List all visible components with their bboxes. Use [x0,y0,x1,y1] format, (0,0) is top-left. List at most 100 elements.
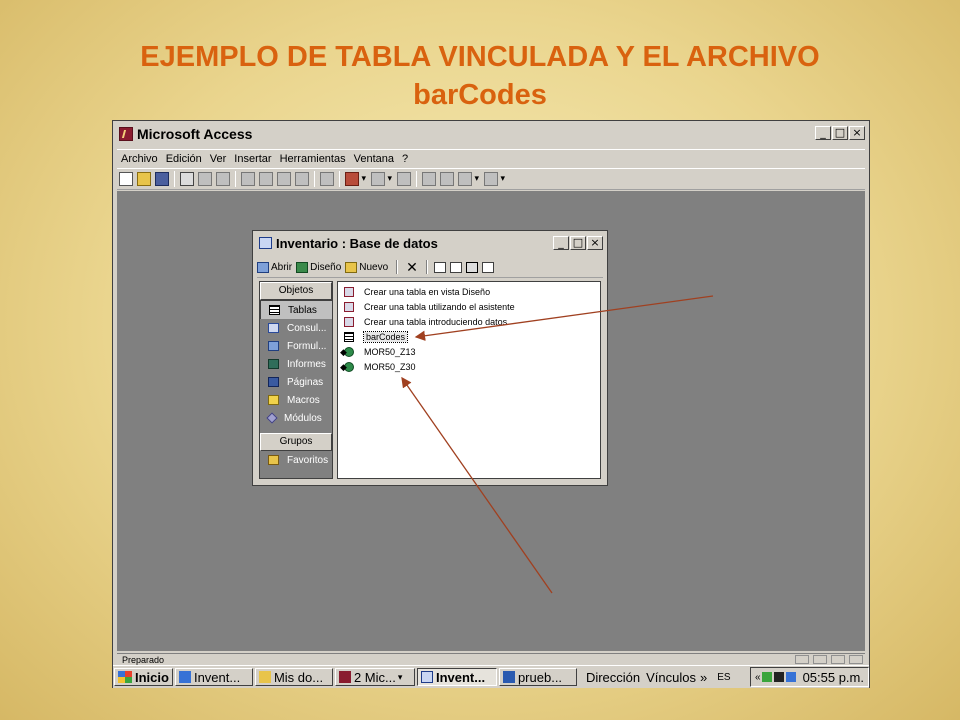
windows-logo-icon [118,671,132,683]
list-item-crear-diseno[interactable]: Crear una tabla en vista Diseño [344,285,490,299]
design-label: Diseño [310,261,342,273]
database-titlebar[interactable]: Inventario : Base de datos _ □ × [255,233,605,253]
toolbar-separator [396,260,399,274]
toolbar-chevron-icon[interactable]: » [700,670,707,685]
database-toolbar: Abrir Diseño Nuevo ✕ [257,257,603,278]
start-button[interactable]: Inicio [114,668,173,686]
macro-icon [268,395,279,405]
menu-help[interactable]: ? [402,153,408,165]
objects-item-macros[interactable]: Macros [260,391,332,409]
copy-icon[interactable] [259,172,273,186]
delete-icon[interactable]: ✕ [406,260,418,274]
table-icon [344,332,354,342]
minimize-button[interactable]: _ [815,126,831,140]
volume-icon[interactable] [785,672,796,682]
new-button[interactable]: Nuevo [345,261,389,273]
spelling-icon[interactable] [216,172,230,186]
db-close-button[interactable]: × [587,236,603,250]
open-button[interactable]: Abrir [257,261,292,273]
language-indicator[interactable]: ES [717,672,730,683]
details-view-icon[interactable] [481,261,494,273]
tray-expand-icon[interactable]: « [755,672,761,683]
code-icon[interactable] [397,172,411,186]
network-icon[interactable] [761,672,772,682]
print-preview-icon[interactable] [198,172,212,186]
paste-icon[interactable] [277,172,291,186]
menu-insertar[interactable]: Insertar [234,153,271,165]
objects-item-formularios[interactable]: Formul... [260,337,332,355]
groups-header[interactable]: Grupos [260,433,332,451]
design-button[interactable]: Diseño [296,261,342,273]
relationships-icon[interactable] [440,172,454,186]
undo-icon[interactable] [320,172,334,186]
dropdown-arrow-icon: ▾ [397,671,403,682]
wizard-icon [344,302,354,312]
taskbar-button-2-mic[interactable]: 2 Mic... ▾ [334,668,415,686]
menu-ver[interactable]: Ver [210,153,227,165]
objects-item-label: Formul... [287,340,327,352]
taskbar-label: 2 Mic... [353,669,396,685]
save-icon[interactable] [155,172,169,186]
objects-item-label: Informes [287,358,326,370]
taskbar-button-prueba[interactable]: prueb... [498,668,577,686]
address-toolbar-label[interactable]: Dirección [586,670,640,685]
wizard-icon [344,317,354,327]
access-icon [338,671,351,683]
analyze-icon[interactable] [371,172,392,186]
menu-ventana[interactable]: Ventana [354,153,394,165]
office-links-icon[interactable] [345,172,366,186]
link-arrow-icon: ◆ [340,361,347,372]
help-icon[interactable] [484,172,505,186]
taskbar-label: Invent... [193,669,241,685]
properties-icon[interactable] [422,172,436,186]
format-painter-icon[interactable] [295,172,309,186]
database-icon [420,671,433,683]
maximize-button[interactable]: □ [832,126,848,140]
large-icons-icon[interactable] [433,261,446,273]
menu-edicion[interactable]: Edición [166,153,202,165]
objects-list: Crear una tabla en vista Diseño Crear un… [337,281,601,479]
objects-item-informes[interactable]: Informes [260,355,332,373]
print-icon[interactable] [180,172,194,186]
db-minimize-button[interactable]: _ [553,236,569,250]
list-item-crear-datos[interactable]: Crear una tabla introduciendo datos [344,315,507,329]
toolbar-separator [416,171,417,187]
new-object-icon[interactable] [458,172,479,186]
new-label: Nuevo [359,261,389,273]
taskbar-button-invent-1[interactable]: Invent... [174,668,253,686]
list-item-crear-asistente[interactable]: Crear una tabla utilizando el asistente [344,300,515,314]
module-icon [266,412,278,424]
groups-item-favoritos[interactable]: Favoritos [260,451,332,469]
list-item-mor50-z13[interactable]: ◆ MOR50_Z13 [340,345,416,359]
objects-item-modulos[interactable]: Módulos [260,409,332,427]
database-window: Inventario : Base de datos _ □ × Abrir D… [252,230,608,486]
list-view-icon[interactable] [465,261,478,273]
objects-item-label: Macros [287,394,320,406]
access-titlebar[interactable]: Microsoft Access _ □ × [115,123,867,145]
monitor-icon[interactable] [773,672,784,682]
db-maximize-button[interactable]: □ [570,236,586,250]
taskbar-button-mis-documentos[interactable]: Mis do... [254,668,333,686]
objects-header[interactable]: Objetos [260,282,332,300]
access-app-icon[interactable] [119,127,133,141]
close-button[interactable]: × [849,126,865,140]
clock[interactable]: 05:55 p.m. [803,670,864,685]
database-icon[interactable] [259,237,272,249]
objects-item-consultas[interactable]: Consul... [260,319,332,337]
list-item-mor50-z30[interactable]: ◆ MOR50_Z30 [340,360,416,374]
objects-item-tablas[interactable]: Tablas [260,300,332,319]
objects-item-paginas[interactable]: Páginas [260,373,332,391]
cut-icon[interactable] [241,172,255,186]
favorites-folder-icon [268,455,279,465]
list-item-barcodes[interactable]: barCodes [344,330,409,344]
list-item-label: MOR50_Z30 [364,362,416,372]
small-icons-icon[interactable] [449,261,462,273]
new-document-icon[interactable] [119,172,133,186]
access-title: Microsoft Access [137,126,253,142]
open-folder-icon[interactable] [137,172,151,186]
links-toolbar-label[interactable]: Vínculos [646,670,696,685]
menu-herramientas[interactable]: Herramientas [280,153,346,165]
taskbar-button-invent-active[interactable]: Invent... [416,668,497,686]
objects-item-label: Tablas [288,304,317,316]
menu-archivo[interactable]: Archivo [121,153,158,165]
